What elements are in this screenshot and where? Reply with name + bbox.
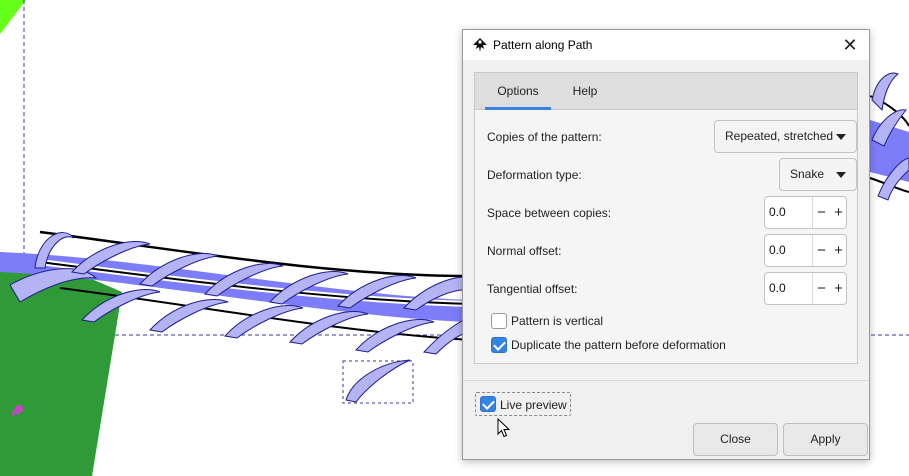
lime-shape[interactable] — [0, 0, 26, 34]
options-panel: Options Help Copies of the pattern: Repe… — [474, 72, 858, 364]
duplicate-pattern-label: Duplicate the pattern before deformation — [511, 338, 726, 352]
mouse-pointer-icon — [497, 418, 511, 438]
tab-bar: Options Help — [475, 73, 857, 110]
decrement-icon[interactable]: − — [813, 197, 830, 228]
decrement-icon[interactable]: − — [813, 273, 830, 304]
tab-options[interactable]: Options — [485, 73, 551, 110]
copies-label: Copies of the pattern: — [487, 130, 602, 144]
source-pattern-leaf[interactable] — [345, 359, 411, 403]
leaf-shape[interactable] — [289, 311, 369, 345]
space-value[interactable]: 0.0 — [769, 197, 786, 228]
active-tab-indicator — [485, 107, 551, 110]
tab-help-label: Help — [572, 84, 598, 98]
footer-separator — [463, 380, 869, 381]
tangential-offset-label: Tangential offset: — [487, 282, 578, 296]
deformation-value: Snake — [790, 167, 825, 181]
tangential-offset-spinbox[interactable]: 0.0 − + — [764, 272, 847, 305]
tangential-offset-value[interactable]: 0.0 — [769, 273, 786, 304]
pattern-vertical-label: Pattern is vertical — [511, 314, 604, 328]
space-label: Space between copies: — [487, 206, 612, 220]
tab-help[interactable]: Help — [561, 73, 609, 110]
copies-value: Repeated, stretched — [725, 129, 834, 143]
close-icon[interactable]: ✕ — [839, 34, 861, 56]
inkscape-icon — [473, 38, 487, 52]
leaf-shape[interactable] — [149, 299, 229, 333]
apply-button[interactable]: Apply — [783, 423, 868, 456]
normal-offset-value[interactable]: 0.0 — [769, 235, 786, 266]
increment-icon[interactable]: + — [830, 273, 847, 304]
decrement-icon[interactable]: − — [813, 235, 830, 266]
increment-icon[interactable]: + — [830, 197, 847, 228]
pattern-along-path-dialog: Pattern along Path ✕ Options Help Copies… — [462, 29, 870, 460]
dialog-title: Pattern along Path — [493, 38, 593, 52]
close-button[interactable]: Close — [693, 423, 778, 456]
deformation-label: Deformation type: — [487, 168, 582, 182]
duplicate-pattern-checkbox[interactable] — [491, 337, 507, 353]
dropdown-arrow-icon — [836, 172, 846, 178]
live-preview-checkbox[interactable] — [480, 396, 496, 412]
pattern-vertical-checkbox[interactable] — [491, 313, 507, 329]
normal-offset-spinbox[interactable]: 0.0 − + — [764, 234, 847, 267]
copies-dropdown[interactable]: Repeated, stretched — [714, 120, 857, 153]
tab-options-label: Options — [497, 84, 539, 98]
dropdown-arrow-icon — [836, 134, 846, 140]
dialog-titlebar[interactable]: Pattern along Path ✕ — [463, 30, 869, 60]
space-spinbox[interactable]: 0.0 − + — [764, 196, 847, 229]
increment-icon[interactable]: + — [830, 235, 847, 266]
live-preview-label: Live preview — [500, 398, 567, 412]
live-preview-option[interactable]: Live preview — [475, 392, 571, 416]
normal-offset-label: Normal offset: — [487, 244, 562, 258]
deformation-dropdown[interactable]: Snake — [779, 158, 857, 191]
